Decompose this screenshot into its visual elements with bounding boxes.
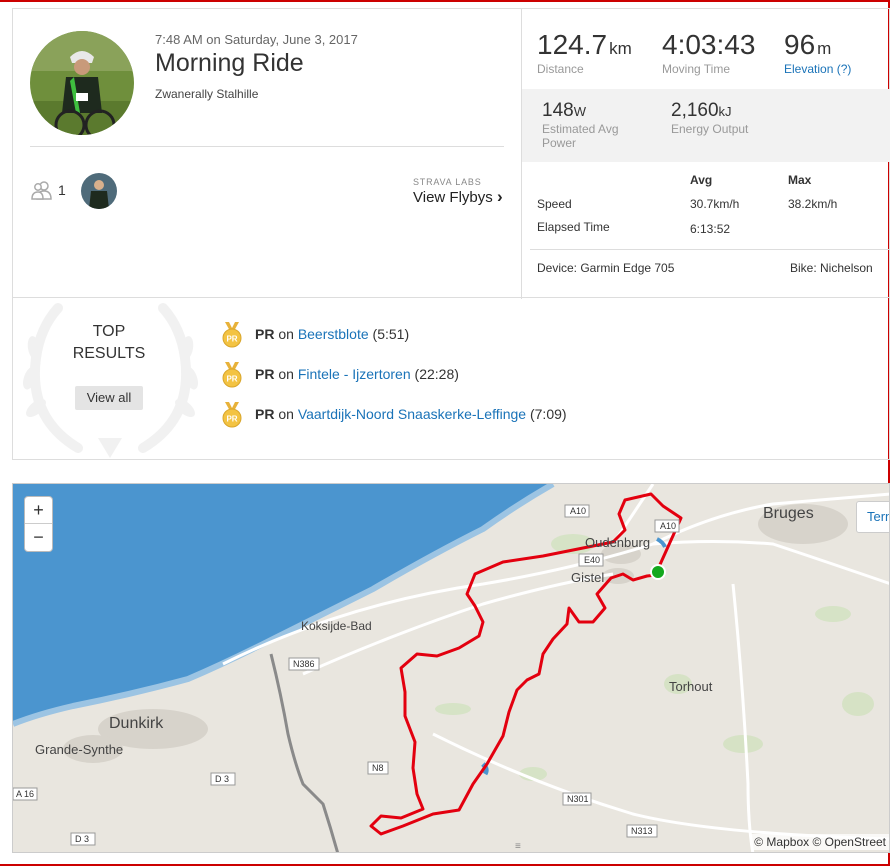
energy-label: Energy Output	[671, 122, 749, 136]
resize-grip-icon[interactable]: ≡	[515, 841, 521, 852]
zoom-in-button[interactable]: +	[25, 497, 52, 524]
speed-label: Speed	[537, 197, 572, 211]
pr-badge: PR	[255, 326, 275, 342]
activity-stats: 124.7 km Distance 4:03:43 Moving Time 96 m…	[521, 9, 890, 299]
pr-on-text: on	[278, 326, 294, 342]
energy-unit: kJ	[718, 104, 732, 119]
distance-stat: 124.7 km Distance	[537, 29, 632, 76]
power-label: Estimated Avg Power	[542, 122, 619, 150]
road-label-n313: N313	[631, 826, 653, 836]
distance-label: Distance	[537, 62, 584, 76]
place-label-torhout: Torhout	[669, 679, 713, 694]
segment-link[interactable]: Fintele - Ijzertoren	[298, 366, 411, 382]
svg-text:PR: PR	[226, 375, 237, 384]
top-results-heading: TOP RESULTS	[72, 323, 146, 362]
place-label-oudenburg: Oudenburg	[585, 535, 650, 550]
window-frame-top	[0, 0, 890, 8]
avg-column-header: Avg	[690, 173, 713, 187]
pr-time: (22:28)	[414, 366, 459, 382]
place-label-grande-synthe: Grande-Synthe	[35, 742, 123, 757]
pr-badge: PR	[255, 406, 275, 422]
power-stat: 148W Estimated Avg Power	[542, 100, 652, 150]
pr-medal-icon: PR	[222, 362, 242, 388]
map-attribution[interactable]: © Mapbox © OpenStreet	[751, 834, 889, 850]
moving-time-stat: 4:03:43 Moving Time	[662, 29, 755, 76]
athlete-name[interactable]: Zwanerally Stalhille	[155, 87, 258, 101]
place-label-dunkirk: Dunkirk	[109, 715, 164, 732]
view-flybys-link[interactable]: View Flybys	[413, 189, 493, 206]
road-label-n386: N386	[293, 659, 315, 669]
activity-header: 7:48 AM on Saturday, June 3, 2017 Mornin…	[13, 9, 521, 299]
divider	[530, 249, 890, 250]
road-label-n301: N301	[567, 794, 589, 804]
segment-link[interactable]: Vaartdijk-Noord Snaaskerke-Leffinge	[298, 406, 526, 422]
svg-text:PR: PR	[226, 415, 237, 424]
divider	[30, 146, 504, 147]
max-column-header: Max	[788, 173, 812, 187]
map-terms-button[interactable]: Tern	[856, 501, 889, 533]
road-label-a10: A10	[660, 521, 676, 531]
pr-medal-icon: PR	[222, 402, 242, 428]
road-label-a16: A 16	[16, 789, 34, 799]
place-label-gistel: Gistel	[571, 570, 604, 585]
pr-time: (5:51)	[372, 326, 410, 342]
pr-time: (7:09)	[529, 406, 567, 422]
pr-badge: PR	[255, 366, 275, 382]
distance-unit: km	[609, 39, 632, 58]
map-canvas[interactable]: Bruges Oudenburg Gistel Koksijde-Bad Tor…	[13, 484, 890, 853]
road-label-n8: N8	[372, 763, 384, 773]
road-label-a10: A10	[570, 506, 586, 516]
bike-info[interactable]: Bike: Nichelson	[790, 261, 873, 275]
power-value: 148	[542, 100, 574, 121]
road-label-d3: D 3	[215, 774, 229, 784]
strava-labs-label: STRAVA LABS	[413, 177, 482, 187]
place-label-bruges: Bruges	[763, 505, 814, 522]
activity-summary-card: 7:48 AM on Saturday, June 3, 2017 Mornin…	[12, 8, 890, 299]
group-athlete-avatar[interactable]	[81, 173, 117, 209]
moving-time-value: 4:03:43	[662, 29, 756, 60]
speed-avg: 30.7km/h	[690, 197, 740, 211]
road-label-e40: E40	[584, 555, 600, 565]
power-unit: W	[573, 104, 586, 119]
pr-on-text: on	[278, 366, 294, 382]
activity-title[interactable]: Morning Ride	[155, 49, 304, 78]
elapsed-time-label: Elapsed Time	[537, 220, 610, 234]
device-info: Device: Garmin Edge 705	[537, 261, 675, 275]
road-label-d3: D 3	[75, 834, 89, 844]
top-results-section: TOP RESULTS View all PR PR on Beerstblot…	[12, 297, 890, 460]
elevation-help-link[interactable]: Elevation (?)	[784, 62, 851, 76]
pr-medal-icon: PR	[222, 322, 242, 348]
group-athlete-count: 1	[58, 182, 66, 198]
athlete-avatar[interactable]	[30, 31, 134, 135]
speed-max: 38.2km/h	[788, 197, 838, 211]
pr-on-text: on	[278, 406, 294, 422]
zoom-out-button[interactable]: −	[25, 524, 52, 551]
segment-link[interactable]: Beerstblote	[298, 326, 369, 342]
moving-time-label: Moving Time	[662, 62, 731, 76]
activity-datetime: 7:48 AM on Saturday, June 3, 2017	[155, 32, 358, 47]
elapsed-time-value: 6:13:52	[690, 222, 731, 236]
view-all-button[interactable]: View all	[75, 386, 143, 410]
group-athletes-icon[interactable]	[31, 180, 53, 200]
svg-text:PR: PR	[226, 335, 237, 344]
elevation-stat: 96 m Elevation (?)	[784, 29, 851, 76]
elevation-unit: m	[817, 39, 832, 58]
elevation-value: 96	[784, 29, 816, 60]
energy-stat: 2,160kJ Energy Output	[671, 100, 748, 136]
power-stats-panel: 148W Estimated Avg Power 2,160kJ Energy …	[522, 89, 890, 162]
zoom-control: + −	[24, 496, 53, 552]
place-label-koksijde: Koksijde-Bad	[301, 619, 372, 633]
route-map[interactable]: Bruges Oudenburg Gistel Koksijde-Bad Tor…	[12, 483, 890, 853]
energy-value: 2,160	[671, 100, 719, 121]
chevron-right-icon[interactable]: ›	[497, 187, 503, 207]
distance-value: 124.7	[537, 29, 608, 60]
